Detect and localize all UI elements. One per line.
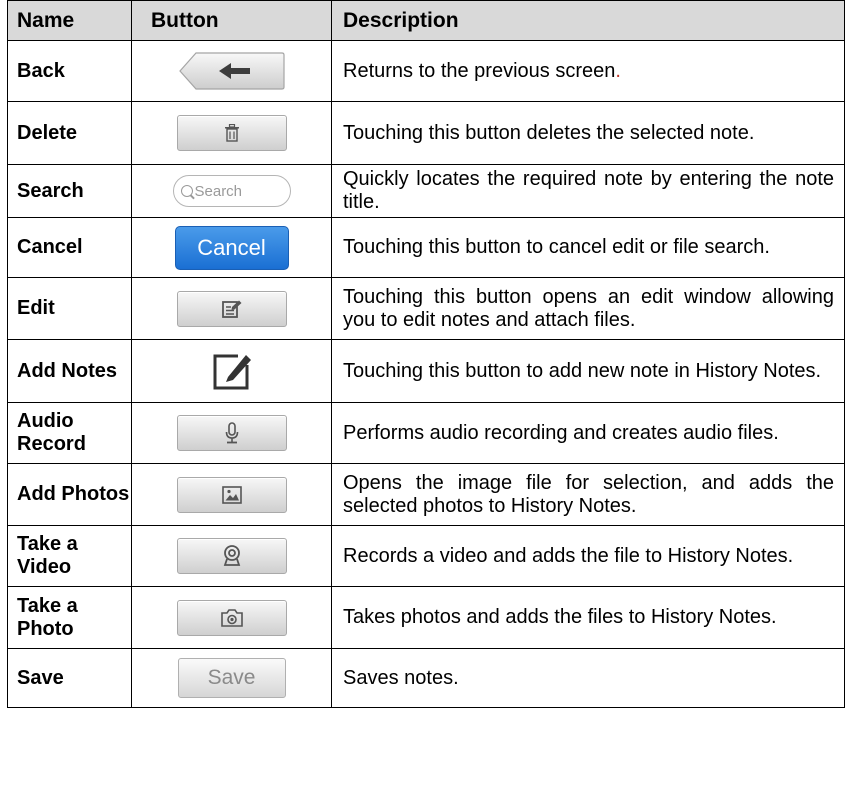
- back-button[interactable]: [178, 51, 286, 91]
- camera-icon: [220, 608, 243, 627]
- microphone-icon: [225, 422, 238, 444]
- delete-button[interactable]: [176, 115, 287, 151]
- row-name: Add Photos: [7, 463, 132, 526]
- row-description-period: .: [615, 59, 621, 82]
- add-photos-button[interactable]: [176, 476, 287, 513]
- row-name: Save: [7, 648, 132, 708]
- column-header-name: Name: [7, 0, 132, 41]
- webcam-icon: [223, 545, 240, 566]
- button-reference-table: Name Button Description Back Returns to …: [7, 0, 845, 708]
- column-header-button: Button: [131, 0, 332, 41]
- row-description: Touching this button to add new note in …: [331, 339, 845, 403]
- row-description: Performs audio recording and creates aud…: [331, 402, 845, 464]
- take-photo-button[interactable]: [176, 599, 287, 636]
- edit-button[interactable]: [176, 290, 287, 327]
- row-name: Audio Record: [7, 402, 132, 464]
- take-video-button[interactable]: [176, 538, 287, 574]
- row-description: Takes photos and adds the files to Histo…: [331, 586, 845, 649]
- search-field[interactable]: Search: [172, 175, 291, 207]
- row-description: Saves notes.: [331, 648, 845, 708]
- table-row: Audio Record Performs audio recording and…: [7, 402, 845, 464]
- cancel-button[interactable]: Cancel: [174, 225, 289, 270]
- row-name: Delete: [7, 101, 132, 165]
- column-header-description: Description: [331, 0, 845, 41]
- image-icon: [221, 485, 242, 504]
- row-name: Cancel: [7, 217, 132, 278]
- save-button[interactable]: Save: [177, 658, 286, 698]
- row-description: Quickly locates the required note by ent…: [331, 164, 845, 218]
- row-name: Edit: [7, 277, 132, 340]
- table-row: Cancel Cancel Touching this button to ca…: [7, 217, 845, 278]
- audio-record-button[interactable]: [176, 415, 287, 451]
- table-header-row: Name Button Description: [7, 0, 845, 41]
- row-description: Opens the image file for selection, and …: [331, 463, 845, 526]
- row-name: Search: [7, 164, 132, 218]
- row-name: Take a Photo: [7, 586, 132, 649]
- add-note-icon: [213, 354, 251, 390]
- row-description: Returns to the previous screen: [343, 59, 616, 82]
- row-description: Touching this button deletes the selecte…: [331, 101, 845, 165]
- table-row: Delete Touching this button deletes the …: [7, 101, 845, 165]
- table-row: Take a Video Records a video and adds th…: [7, 525, 845, 587]
- table-row: Search Search Quickly locates the requir…: [7, 164, 845, 218]
- edit-icon: [221, 300, 241, 318]
- row-name: Add Notes: [7, 339, 132, 403]
- search-placeholder: Search: [194, 183, 243, 200]
- table-row: Add Notes Touching this button to add ne…: [7, 339, 845, 403]
- row-description: Records a video and adds the file to His…: [331, 525, 845, 587]
- row-name-line1: Audio: [17, 410, 74, 432]
- table-row: Edit Touching this button opens an edit …: [7, 277, 845, 340]
- row-name: Back: [7, 40, 132, 102]
- trash-icon: [224, 124, 239, 142]
- search-icon: [180, 185, 193, 197]
- table-row: Back Returns to the previous screen.: [7, 40, 845, 102]
- table-row: Save Save Saves notes.: [7, 648, 845, 708]
- row-name: Take a Video: [7, 525, 132, 587]
- add-notes-button[interactable]: [210, 349, 254, 393]
- back-arrow-icon: [178, 52, 285, 90]
- row-description: Touching this button to cancel edit or f…: [331, 217, 845, 278]
- row-name-line2: Record: [17, 433, 86, 455]
- table-row: Add Photos Opens the image file for sele…: [7, 463, 845, 526]
- table-row: Take a Photo Takes photos and adds the f…: [7, 586, 845, 649]
- row-description: Touching this button opens an edit windo…: [331, 277, 845, 340]
